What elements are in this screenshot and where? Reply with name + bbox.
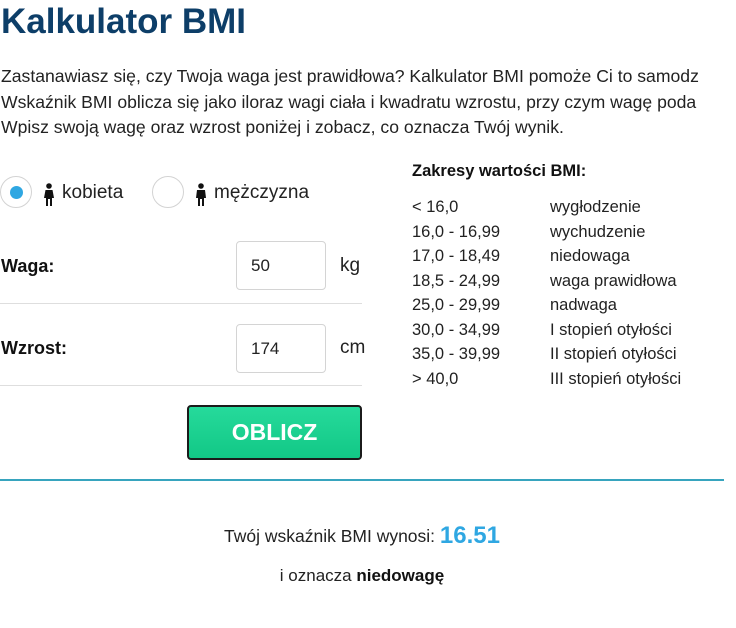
range-value: < 16,0 [412,198,459,216]
intro-line: Wpisz swoją wagę oraz wzrost poniżej i z… [1,117,564,137]
page-title: Kalkulator BMI [1,2,247,41]
height-unit: cm [340,337,366,358]
height-input[interactable] [236,324,326,373]
weight-input[interactable] [236,241,326,290]
range-value: 25,0 - 29,99 [412,296,501,314]
range-desc: wychudzenie [550,222,646,241]
bmi-result-value: 16.51 [439,522,500,549]
range-value: 30,0 - 34,99 [412,320,501,339]
person-icon [196,183,206,206]
weight-label: Waga: [1,256,55,276]
range-value: > 40,0 [412,369,459,388]
intro-line: Zastanawiasz się, czy Twoja waga jest pr… [1,66,699,86]
calculate-button[interactable]: OBLICZ [187,405,362,460]
range-desc: waga prawidłowa [550,271,677,290]
range-desc: nadwaga [550,296,617,314]
range-row: 35,0 - 39,99 II stopień otyłości [412,342,732,367]
section-separator [0,479,724,481]
intro-text: Zastanawiasz się, czy Twoja waga jest pr… [1,64,736,141]
male-label[interactable]: mężczyzna [214,182,309,204]
result-line: Twój wskaźnik BMI wynosi: 16.51 [0,522,724,550]
range-desc: II stopień otyłości [550,345,677,363]
range-value: 17,0 - 18,49 [412,247,501,265]
range-desc: III stopień otyłości [550,369,682,388]
height-label: Wzrost: [1,338,67,358]
range-value: 16,0 - 16,99 [412,222,501,241]
person-icon [44,183,54,206]
ranges-title: Zakresy wartości BMI: [412,162,587,180]
result-prefix: Twój wskaźnik BMI wynosi: [224,526,436,546]
range-value: 18,5 - 24,99 [412,271,501,290]
bmi-ranges-list: < 16,0 wygłodzenie 16,0 - 16,99 wychudze… [412,195,732,391]
male-radio[interactable] [152,176,184,208]
result-meaning: i oznacza niedowagę [0,566,724,586]
range-row: 30,0 - 34,99 I stopień otyłości [412,318,732,343]
result-category: niedowagę [356,566,445,585]
range-row: 17,0 - 18,49 niedowaga [412,244,732,269]
range-desc: niedowaga [550,247,630,265]
range-row: 16,0 - 16,99 wychudzenie [412,220,732,245]
intro-line: Wskaźnik BMI oblicza się jako iloraz wag… [1,91,697,112]
divider [0,303,362,304]
female-label[interactable]: kobieta [62,182,123,204]
range-row: 25,0 - 29,99 nadwaga [412,293,732,318]
result-meaning-prefix: i oznacza [279,566,352,585]
female-radio[interactable] [0,176,32,208]
range-row: > 40,0 III stopień otyłości [412,367,732,392]
weight-unit: kg [340,255,361,276]
range-row: 18,5 - 24,99 waga prawidłowa [412,269,732,294]
range-value: 35,0 - 39,99 [412,345,501,363]
divider [0,385,362,386]
range-desc: I stopień otyłości [550,320,672,339]
range-desc: wygłodzenie [550,198,641,216]
range-row: < 16,0 wygłodzenie [412,195,732,220]
